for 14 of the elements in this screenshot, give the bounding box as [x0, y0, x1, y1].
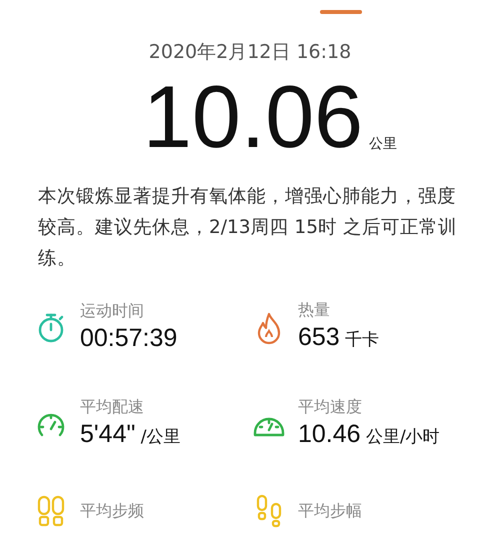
distance-value: 10.06 [142, 72, 364, 160]
stat-label: 热量 [298, 300, 331, 320]
stat-value: 653 千卡 [298, 322, 380, 352]
stat-label: 平均步频 [80, 500, 144, 520]
stat-label: 运动时间 [80, 301, 145, 321]
stat-label: 平均步幅 [298, 500, 362, 520]
summary-text: 本次锻炼显著提升有氧体能，增强心肺能力，强度较高。建议先休息，2/13周四 15时 之后可正常训练。 [37, 184, 458, 270]
stat-value: 10.46 公里/小时 [298, 418, 440, 450]
stat-label: 平均配速 [80, 396, 145, 416]
stat-label: 平均速度 [298, 396, 363, 416]
stat-value: 5'44" /公里 [80, 418, 180, 450]
stat-value: 00:57:39 [80, 323, 178, 354]
date-time: 2020年2月12日 16:18 [148, 40, 352, 65]
distance-unit: 公里 [369, 134, 398, 154]
